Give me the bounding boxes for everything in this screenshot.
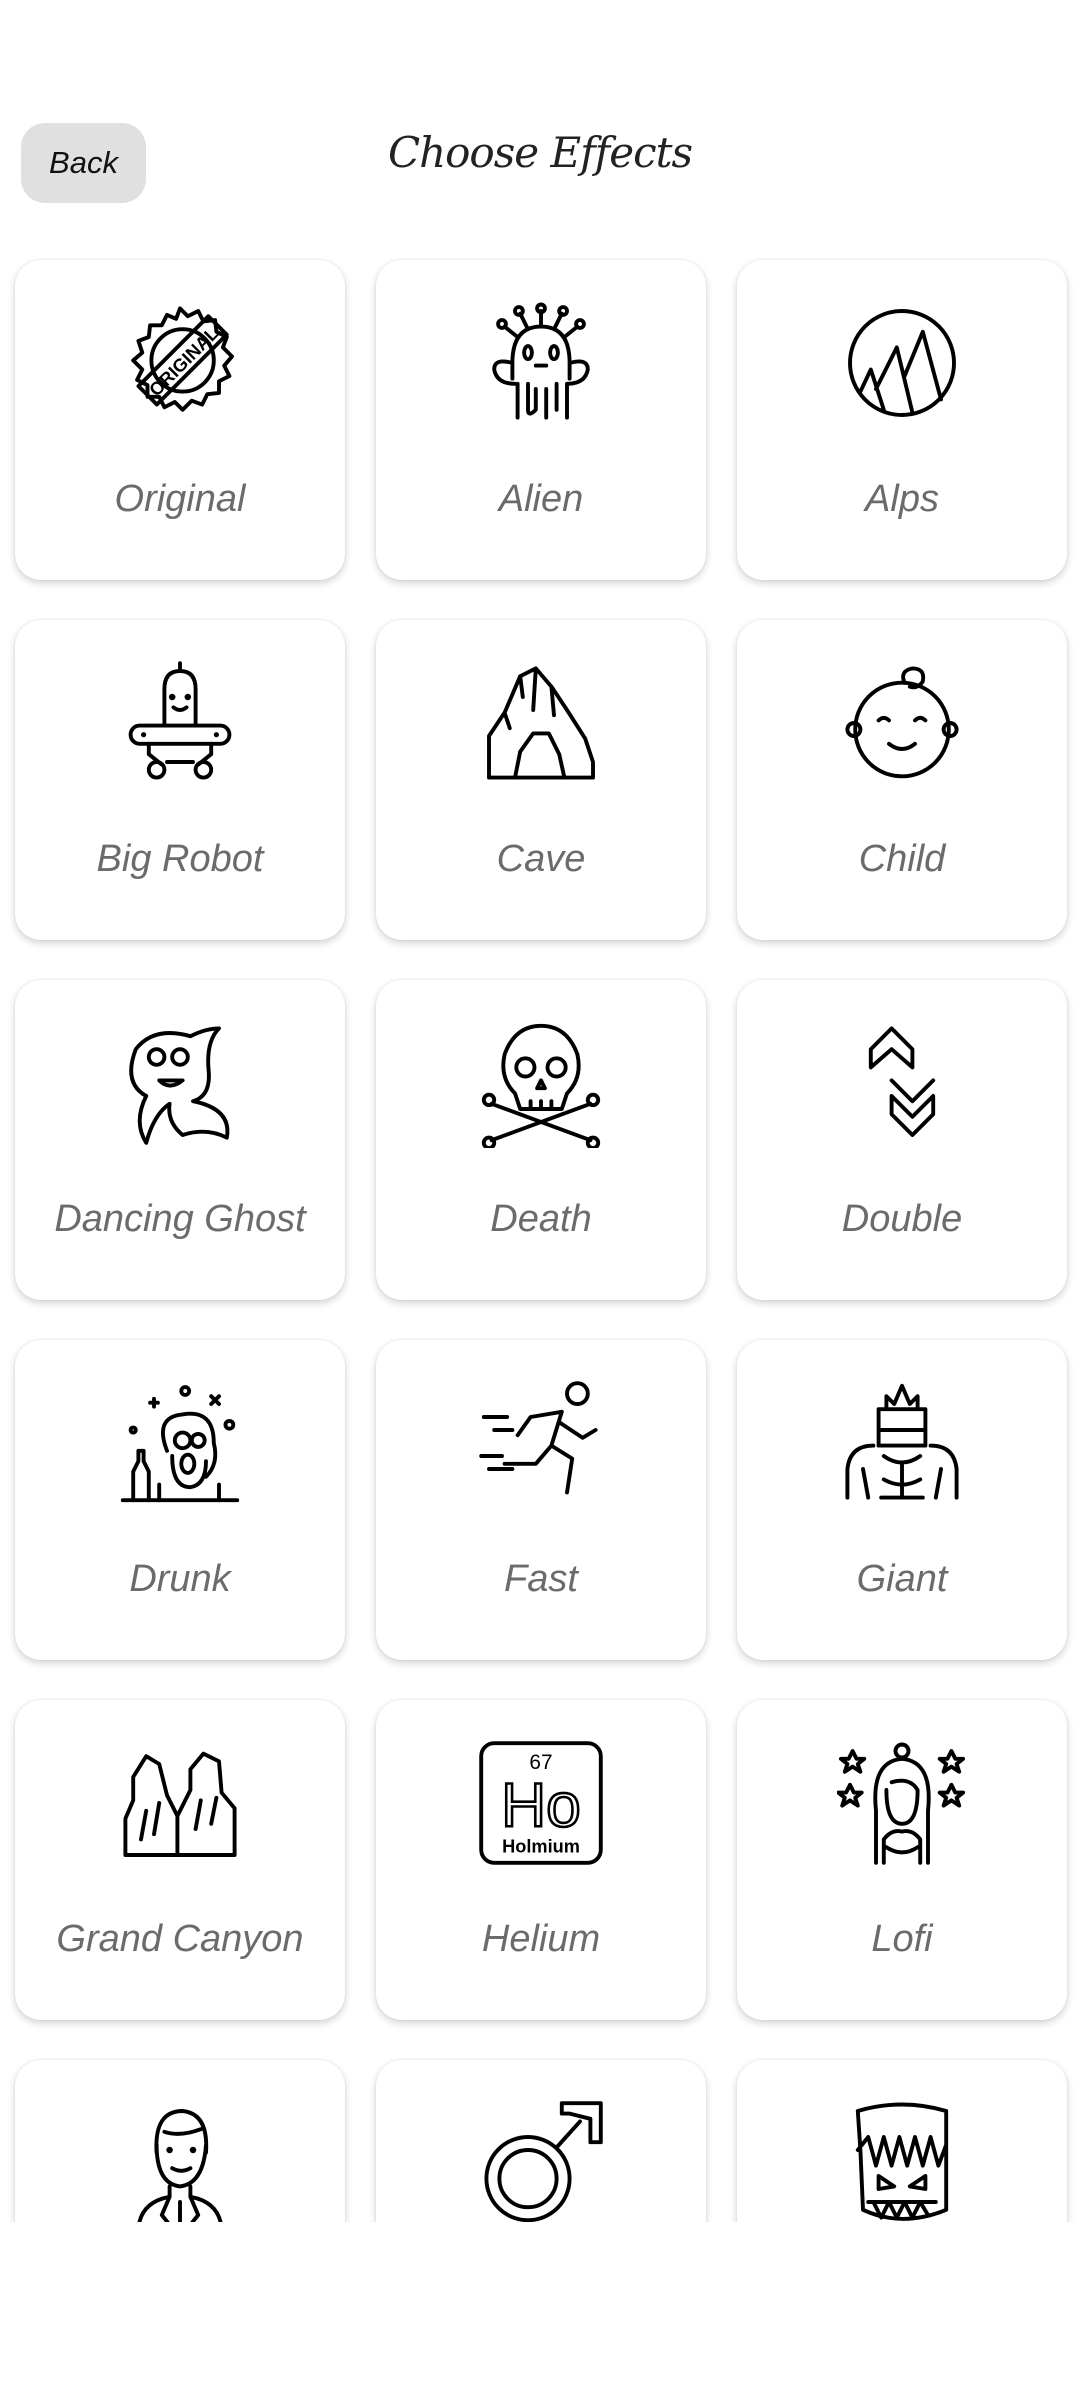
effect-card-dancing-ghost[interactable]: Dancing Ghost <box>15 980 345 1300</box>
effect-label: Lofi <box>871 1918 933 1960</box>
effect-label: Alps <box>865 478 939 520</box>
effect-label: Cave <box>496 838 586 880</box>
effect-label: Fast <box>504 1558 578 1600</box>
effect-card-death[interactable]: Death <box>376 980 706 1300</box>
effect-card-child[interactable]: Child <box>737 620 1067 940</box>
back-button[interactable]: Back <box>21 123 146 203</box>
effect-card-cave[interactable]: Cave <box>376 620 706 940</box>
original-stamp-icon: ORIGINAL <box>131 306 234 412</box>
baby-face-icon <box>845 666 959 779</box>
effect-label: Alien <box>498 478 584 520</box>
effect-label: Giant <box>856 1558 948 1600</box>
effect-label: Original <box>114 478 246 520</box>
element-name: Holmium <box>502 1836 580 1856</box>
alien-icon <box>492 302 590 420</box>
effect-label: Drunk <box>129 1558 231 1600</box>
effect-card-alien[interactable]: Alien <box>376 260 706 580</box>
double-chevron-icon <box>868 1026 936 1137</box>
effect-label: Death <box>490 1198 592 1240</box>
page-title: Choose Effects <box>387 128 693 177</box>
effects-grid: ORIGINAL Original Alien Alps Big Robot Cave Ch… <box>15 260 1067 2222</box>
effect-card-double[interactable]: Double <box>737 980 1067 1300</box>
effect-card-big-robot[interactable]: Big Robot <box>15 620 345 940</box>
effect-label: Grand Canyon <box>56 1918 304 1960</box>
effect-card-man[interactable] <box>15 2060 345 2222</box>
effect-label: Dancing Ghost <box>54 1198 306 1240</box>
holmium-element-icon: 67HoHolmium <box>479 1741 603 1865</box>
skull-crossbones-icon <box>481 1023 601 1148</box>
svg-text:ORIGINAL: ORIGINAL <box>145 323 222 400</box>
giant-icon <box>845 1383 959 1500</box>
effect-card-original[interactable]: ORIGINAL Original <box>15 260 345 580</box>
effect-card-fast[interactable]: Fast <box>376 1340 706 1660</box>
canyon-icon <box>123 1751 237 1857</box>
effect-card-grand-canyon[interactable]: Grand Canyon <box>15 1700 345 2020</box>
effect-card-giant[interactable]: Giant <box>737 1340 1067 1660</box>
effect-card-lofi[interactable]: Lofi <box>737 1700 1067 2020</box>
drunk-person-icon <box>120 1385 240 1503</box>
monster-icon <box>855 2102 949 2221</box>
effect-label: Child <box>858 838 946 880</box>
mountains-icon <box>848 309 956 417</box>
effect-card-helium[interactable]: 67 Ho Holmium Helium <box>376 1700 706 2020</box>
effect-card-drunk[interactable]: Drunk <box>15 1340 345 1660</box>
robot-icon <box>128 661 232 780</box>
ghost-icon <box>129 1026 230 1145</box>
male-symbol-icon <box>484 2101 603 2222</box>
effect-card-alps[interactable]: Alps <box>737 260 1067 580</box>
effect-label: Big Robot <box>96 838 264 880</box>
element-symbol: Ho <box>501 1771 581 1840</box>
effect-label: Double <box>841 1198 963 1240</box>
effect-card-male-symbol[interactable] <box>376 2060 706 2222</box>
effect-card-monster[interactable] <box>737 2060 1067 2222</box>
effects-list[interactable]: ORIGINAL Original Alien Alps Big Robot Cave Ch… <box>0 240 1080 2222</box>
cave-icon <box>487 666 595 780</box>
running-man-icon <box>479 1381 598 1495</box>
man-icon <box>137 2109 223 2222</box>
effect-label: Helium <box>481 1918 601 1960</box>
girl-stars-icon <box>837 1742 966 1865</box>
